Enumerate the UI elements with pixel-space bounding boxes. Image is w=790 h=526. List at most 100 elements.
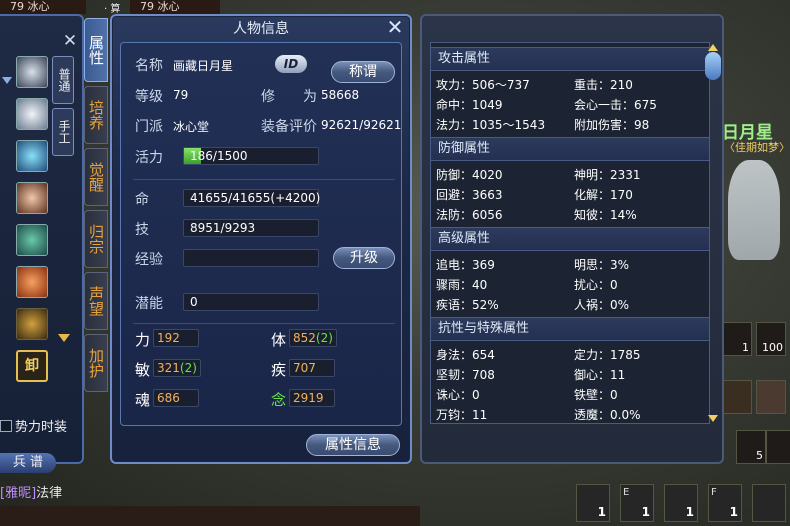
attr-mind-guard: 御心：11 [574, 368, 626, 382]
chest-icon[interactable] [16, 308, 48, 340]
section-header-defense: 防御属性 [431, 137, 709, 161]
attr-heavy-hit: 重击：210 [574, 78, 633, 92]
skill-slot[interactable] [752, 484, 786, 522]
strength-label: 力 [135, 331, 151, 349]
side-tab-strip: 属性 培养 觉醒 归宗 声望 加护 [84, 14, 110, 454]
slot-count: 5 [756, 449, 763, 462]
attr-storm: 骤雨：40 [436, 278, 488, 292]
unload-label: 卸 [25, 358, 39, 374]
chevron-down-icon[interactable] [58, 334, 70, 342]
attr-agility-skill: 身法：654 [436, 348, 495, 362]
title-button[interactable]: 称谓 [331, 61, 395, 83]
swiftness-label: 疾 [271, 361, 287, 379]
fox-icon[interactable] [16, 266, 48, 298]
soul-label: 魂 [135, 391, 151, 409]
tab-training[interactable]: 培养 [84, 86, 108, 144]
background-character-figure [728, 160, 780, 260]
quickbar-slot[interactable]: 100 [756, 322, 786, 356]
level-value: 79 [173, 88, 189, 102]
attr-critical: 会心一击：675 [574, 98, 657, 112]
skill-points-value: 8951/9293 [190, 221, 256, 235]
upgrade-button[interactable]: 升级 [333, 247, 395, 269]
quickbar-slot[interactable] [756, 380, 786, 414]
tab-reputation[interactable]: 声望 [84, 272, 108, 330]
scroll-thumb[interactable] [705, 52, 721, 80]
skill-slot[interactable]: 1 [576, 484, 610, 522]
attr-toughness: 坚韧：708 [436, 368, 495, 382]
agility-field: 321(2) [153, 359, 201, 377]
attribute-info-button[interactable]: 属性信息 [306, 434, 400, 456]
attr-heart-pierce: 诛心：0 [436, 388, 480, 402]
checkbox-label: 势力时装 [15, 420, 68, 435]
quickbar-slot[interactable]: 5 [736, 430, 766, 464]
id-icon[interactable]: ID [275, 55, 307, 73]
scroll-up-icon[interactable] [708, 44, 718, 51]
unload-icon[interactable]: 卸 [16, 350, 48, 382]
slot-count: 1 [685, 505, 694, 519]
tab-craft[interactable]: 手工 [52, 108, 74, 156]
strength-value: 192 [153, 329, 199, 347]
horse-icon[interactable] [16, 224, 48, 256]
quickbar-slot[interactable]: 1 [722, 322, 752, 356]
close-icon[interactable]: ✕ [61, 32, 79, 50]
level-label: 等级 [135, 89, 163, 105]
slot-count: 100 [762, 341, 783, 354]
hp-label: 命 [135, 192, 149, 208]
slot-count: 1 [729, 505, 738, 519]
attr-swift-speech: 疾语：52% [436, 298, 499, 312]
attr-evasion: 回避：3663 [436, 188, 503, 202]
tab-awaken[interactable]: 觉醒 [84, 148, 108, 206]
attr-clear-mind: 明思：3% [574, 258, 630, 272]
attr-magic-attack: 法力：1035～1543 [436, 118, 546, 132]
tab-blessing[interactable]: 加护 [84, 334, 108, 392]
scrollbar[interactable] [705, 44, 721, 422]
close-icon[interactable]: ✕ [384, 16, 406, 38]
focus-value: 2919 [289, 389, 335, 407]
potential-value: 0 [190, 295, 198, 309]
skill-slot[interactable]: F1 [708, 484, 742, 522]
cultivation-label: 修 为 [261, 89, 317, 105]
faction-label: 门派 [135, 119, 163, 135]
quickbar-slot[interactable] [766, 430, 790, 464]
slot-key: F [711, 487, 717, 498]
divider [133, 179, 395, 180]
slot-key: E [623, 487, 630, 498]
chevron-down-icon[interactable] [2, 77, 12, 84]
tab-attributes[interactable]: 属性 [84, 18, 108, 82]
skill-slot[interactable]: E1 [620, 484, 654, 522]
attr-defense: 防御：4020 [436, 168, 503, 182]
chat-text: 法律 [36, 486, 63, 501]
attr-heavy-weight: 万钧：11 [436, 408, 488, 422]
section-header-resistance: 抗性与特殊属性 [431, 317, 709, 341]
wing-icon[interactable] [16, 140, 48, 172]
attribute-details-window: 攻击属性 攻力：506～737 重击：210 命中：1049 会心一击：675 … [420, 14, 724, 464]
exp-label: 经验 [135, 252, 163, 268]
character-info-window: 人物信息 ✕ 名称 画藏日月星 ID 称谓 等级 79 修 为 58668 门派… [110, 14, 412, 464]
checkbox[interactable] [0, 419, 12, 432]
soul-value: 686 [153, 389, 199, 407]
hp-field: 41655/41655(+4200) [183, 189, 320, 207]
scroll-down-icon[interactable] [708, 415, 718, 422]
portrait-icon[interactable] [16, 182, 48, 214]
white-robe-icon[interactable] [16, 98, 48, 130]
vigor-label: 活力 [135, 150, 163, 166]
constitution-field: 852(2) [289, 329, 337, 347]
agility-value: 321 [157, 361, 180, 375]
attr-insight: 知彼：14% [574, 208, 637, 222]
weapon-spectrum-button[interactable]: 兵 谱 [0, 453, 56, 473]
skill-slot[interactable]: 1 [664, 484, 698, 522]
slot-count: 1 [597, 505, 606, 519]
section-header-advanced: 高级属性 [431, 227, 709, 251]
character-info-body: 名称 画藏日月星 ID 称谓 等级 79 修 为 58668 门派 冰心堂 装备… [120, 42, 402, 426]
ghost-mask-icon[interactable] [16, 56, 48, 88]
constitution-bonus: (2) [315, 331, 333, 345]
tab-return-sect[interactable]: 归宗 [84, 210, 108, 268]
gear-score-value: 92621/92621 [321, 118, 402, 132]
quickbar-slot[interactable] [722, 380, 752, 414]
potential-field: 0 [183, 293, 319, 311]
slot-count: 1 [641, 505, 650, 519]
faction-costume-toggle[interactable]: 势力时装 [0, 416, 67, 435]
tab-normal[interactable]: 普通 [52, 56, 74, 104]
attr-demon-pierce: 透魔：0.0% [574, 408, 641, 422]
skill-points-field: 8951/9293 [183, 219, 319, 237]
